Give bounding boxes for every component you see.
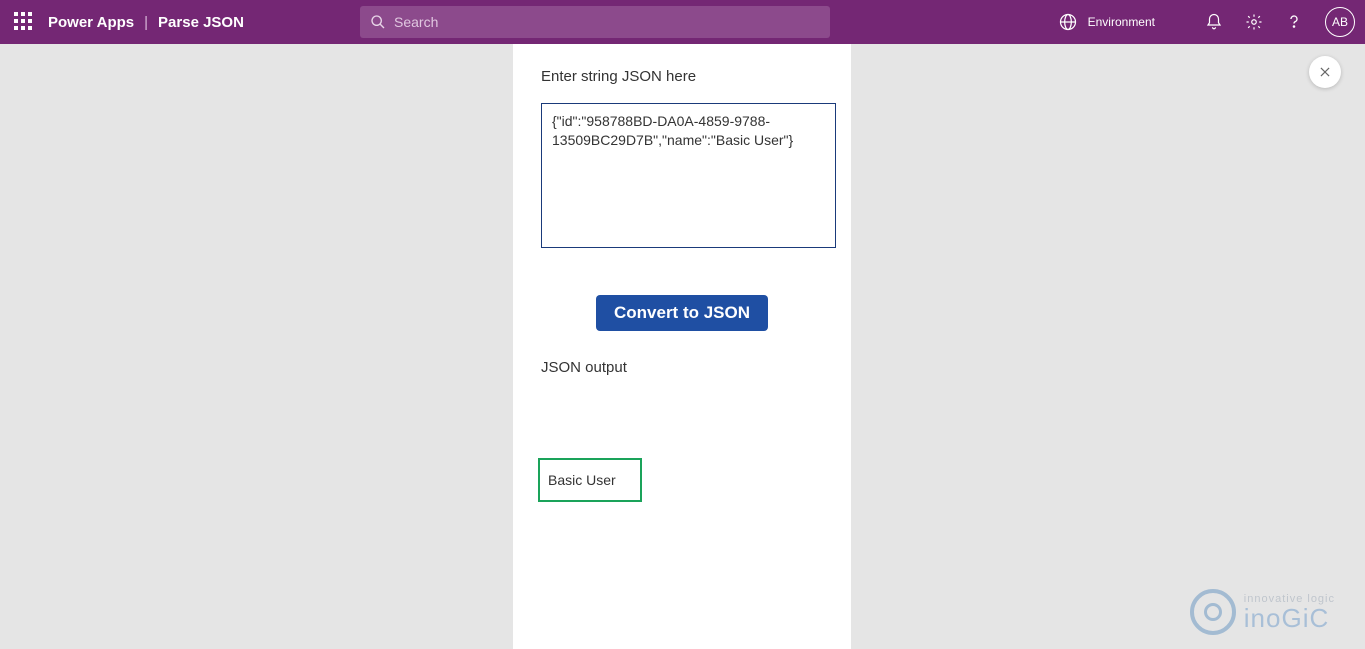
- watermark-icon: [1190, 589, 1236, 635]
- json-input[interactable]: [541, 103, 836, 248]
- app-card: Enter string JSON here Convert to JSON J…: [513, 44, 851, 649]
- watermark-text: innovative logic inoGiC: [1244, 594, 1335, 631]
- help-icon[interactable]: [1285, 13, 1303, 31]
- watermark-logo: innovative logic inoGiC: [1190, 589, 1335, 635]
- globe-icon: [1058, 12, 1078, 32]
- search-icon: [370, 14, 386, 30]
- output-value: Basic User: [548, 472, 616, 488]
- page-name: Parse JSON: [158, 14, 244, 31]
- environment-label: Environment: [1088, 15, 1155, 29]
- gear-icon[interactable]: [1245, 13, 1263, 31]
- bell-icon[interactable]: [1205, 13, 1223, 31]
- convert-button[interactable]: Convert to JSON: [596, 295, 768, 331]
- header-actions: AB: [1205, 0, 1355, 44]
- app-name: Power Apps: [48, 14, 134, 31]
- user-avatar[interactable]: AB: [1325, 7, 1355, 37]
- app-header: Power Apps | Parse JSON Environment AB: [0, 0, 1365, 44]
- title-separator: |: [144, 14, 148, 31]
- input-label: Enter string JSON here: [541, 68, 823, 85]
- app-title: Power Apps | Parse JSON: [48, 14, 244, 31]
- output-value-box: Basic User: [538, 458, 642, 502]
- watermark-line2: inoGiC: [1244, 605, 1335, 631]
- close-button[interactable]: [1309, 56, 1341, 88]
- search-input[interactable]: [394, 14, 820, 30]
- avatar-initials: AB: [1332, 15, 1348, 29]
- output-label: JSON output: [541, 359, 823, 376]
- app-launcher-icon[interactable]: [14, 12, 34, 32]
- close-icon: [1318, 65, 1332, 79]
- search-box[interactable]: [360, 6, 830, 38]
- environment-picker[interactable]: Environment: [1058, 0, 1155, 44]
